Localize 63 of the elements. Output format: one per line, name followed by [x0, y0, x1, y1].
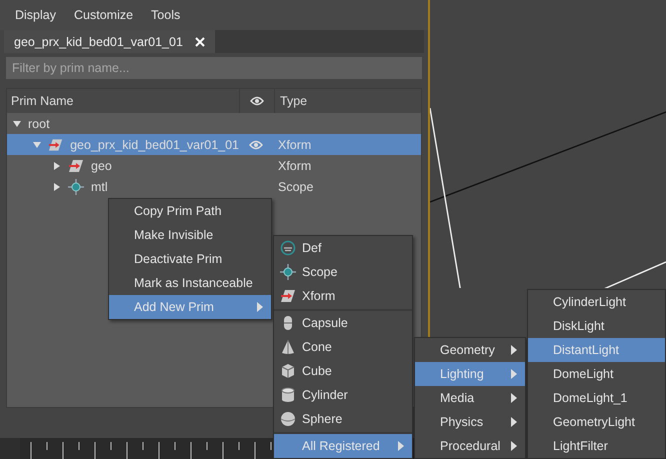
xform-icon	[68, 158, 84, 172]
filter-field[interactable]: Filter by prim name...	[6, 57, 422, 79]
menu-item[interactable]: Media	[415, 386, 525, 410]
menu-item[interactable]: CylinderLight	[528, 290, 665, 314]
menu-item[interactable]: Cube	[274, 359, 412, 383]
prim-name: geo_prx_kid_bed01_var01_01	[70, 138, 239, 152]
expand-arrow-icon[interactable]	[33, 140, 41, 148]
menu-item[interactable]: Cone	[274, 335, 412, 359]
menu-item[interactable]: GeometryLight	[528, 410, 665, 434]
close-icon[interactable]	[194, 36, 205, 46]
submenu-arrow-icon	[257, 302, 263, 312]
column-heading[interactable]: Prim Name	[7, 89, 239, 113]
eye-icon	[250, 96, 264, 106]
menu-item[interactable]: DomeLight_1	[528, 386, 665, 410]
submenu-arrow-icon	[511, 345, 517, 355]
collapse-arrow-icon[interactable]	[53, 182, 61, 190]
submenu-arrow-icon	[511, 417, 517, 427]
def-icon	[280, 240, 296, 256]
menu-title[interactable]: Customize	[65, 8, 142, 22]
prim-name: geo	[91, 158, 112, 172]
stage-tab[interactable]: geo_prx_kid_bed01_var01_01	[4, 30, 215, 53]
cube-icon	[280, 363, 296, 379]
xform-icon	[280, 289, 296, 303]
tree-row[interactable]: geo Xform	[7, 155, 421, 176]
menu-item[interactable]: Def	[274, 236, 412, 260]
menu-item[interactable]: LightFilter	[528, 434, 665, 458]
scope-icon	[68, 178, 84, 194]
prim-type: Scope	[277, 180, 314, 194]
eye-icon	[249, 140, 263, 150]
menu-item[interactable]: Xform	[274, 284, 412, 308]
menu-title[interactable]: Display	[6, 8, 65, 22]
submenu-arrow-icon	[398, 441, 404, 451]
menu-item[interactable]: Deactivate Prim	[109, 247, 271, 271]
tree-row[interactable]: root	[7, 113, 421, 134]
menu-item[interactable]: Geometry	[415, 338, 525, 362]
submenu-arrow-icon	[511, 393, 517, 403]
menu-item[interactable]: DomeLight	[528, 362, 665, 386]
cone-icon	[280, 339, 296, 355]
prim-name: mtl	[91, 180, 108, 194]
menu-title[interactable]: Tools	[142, 8, 190, 22]
scope-icon	[280, 264, 296, 280]
column-heading[interactable]: Type	[275, 89, 421, 113]
menu-item[interactable]: Physics	[415, 410, 525, 434]
sphere-icon	[280, 411, 296, 427]
prim-type: Xform	[277, 138, 312, 152]
menu-item[interactable]: Mark as Instanceable	[109, 271, 271, 295]
submenu-arrow-icon	[511, 441, 517, 451]
menu-item[interactable]: Cylinder	[274, 383, 412, 407]
menu-item[interactable]: Scope	[274, 260, 412, 284]
menu-item[interactable]: DiskLight	[528, 314, 665, 338]
xform-icon	[48, 138, 64, 152]
expand-arrow-icon[interactable]	[13, 120, 21, 128]
menu-item[interactable]: Sphere	[274, 407, 412, 431]
collapse-arrow-icon[interactable]	[53, 162, 61, 170]
menu-item[interactable]: Copy Prim Path	[109, 199, 271, 223]
cylinder-icon	[280, 387, 296, 403]
prim-name: root	[28, 116, 50, 130]
menu-item[interactable]: Procedural	[415, 434, 525, 458]
tree-row[interactable]: mtl Scope	[7, 176, 421, 197]
submenu-arrow-icon	[511, 369, 517, 379]
prim-type: Xform	[277, 158, 312, 172]
menu-item[interactable]: Capsule	[274, 309, 412, 335]
menu-item[interactable]: Make Invisible	[109, 223, 271, 247]
